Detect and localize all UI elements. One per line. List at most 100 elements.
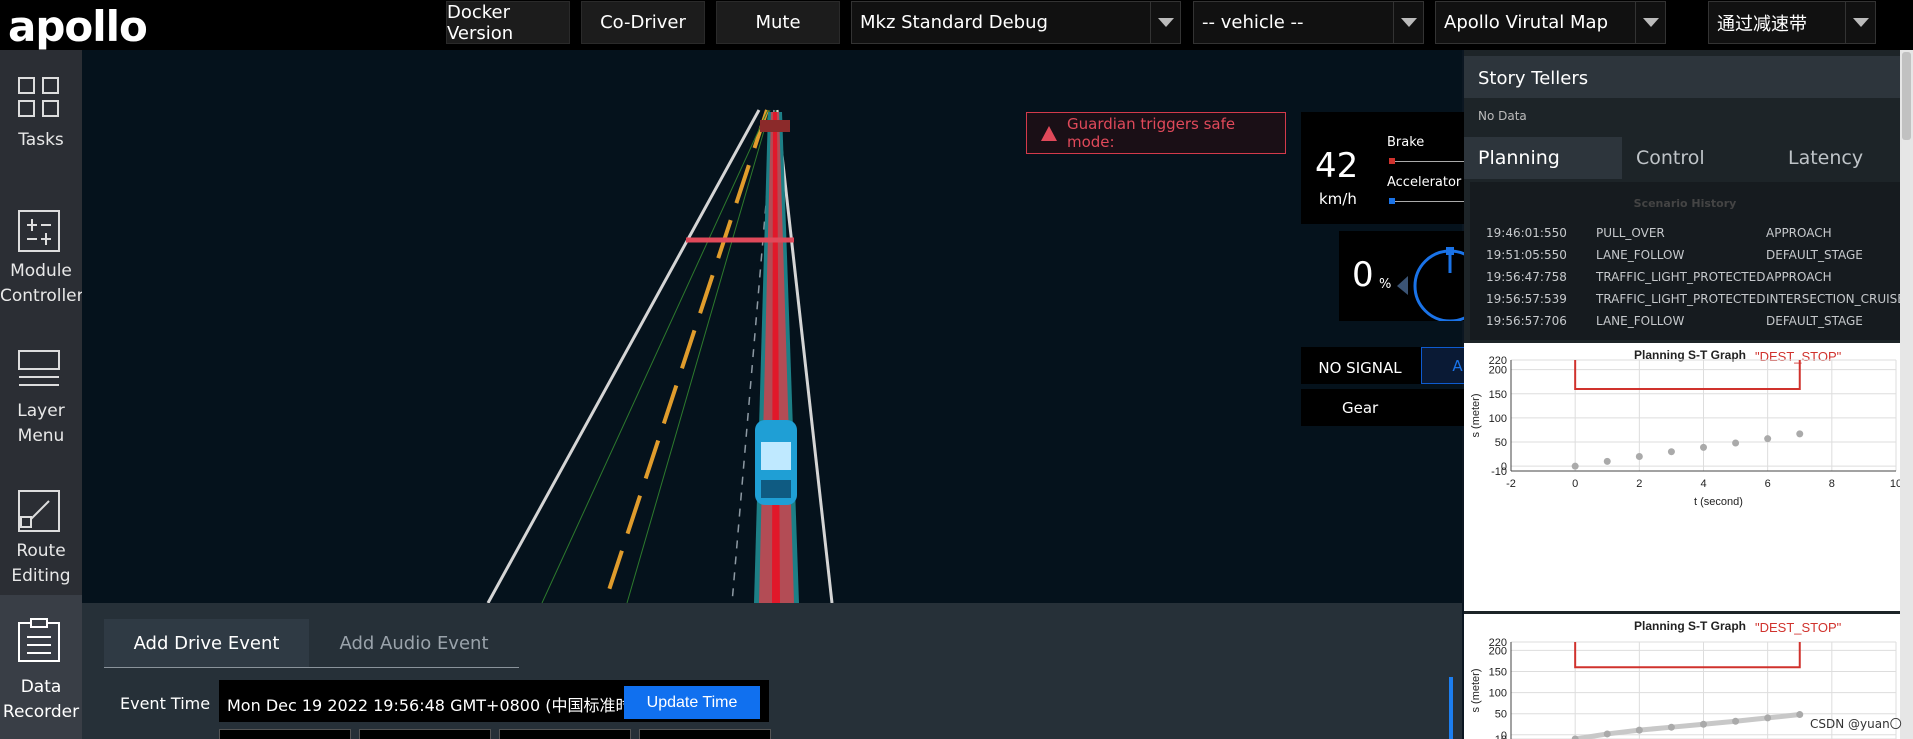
sidebar-item-label: Module Controller bbox=[0, 261, 84, 306]
apollo-dreamview: apollo Docker Version Co-Driver Mute Mkz… bbox=[0, 0, 1913, 739]
scenario-history-table: Scenario History 19:46:01:550 PULL_OVER … bbox=[1470, 182, 1905, 340]
obstacle-region bbox=[1574, 642, 1801, 669]
tasks-icon bbox=[18, 77, 59, 117]
mute-button[interactable]: Mute bbox=[716, 1, 840, 44]
x-tick-label: 2 bbox=[1636, 478, 1642, 490]
data-point bbox=[1603, 457, 1611, 465]
scenario-history-title: Scenario History bbox=[1633, 197, 1737, 210]
story-tellers-title: Story Tellers bbox=[1478, 68, 1589, 89]
row-stage: DEFAULT_STAGE bbox=[1766, 314, 1863, 328]
update-time-button[interactable]: Update Time bbox=[624, 686, 760, 719]
ego-roof bbox=[761, 480, 791, 498]
row-scenario: LANE_FOLLOW bbox=[1596, 248, 1685, 262]
tab-control[interactable]: Control bbox=[1622, 137, 1774, 179]
accelerator-bar-fill bbox=[1389, 198, 1395, 204]
x-tick-label: 8 bbox=[1829, 478, 1835, 490]
left-sidebar: Tasks Module Controller Layer Menu Route… bbox=[0, 50, 84, 739]
tab-latency[interactable]: Latency bbox=[1774, 137, 1900, 179]
y-tick-label: 50 bbox=[1495, 437, 1507, 449]
x-tick-label: 4 bbox=[1700, 478, 1706, 490]
y-tick-label: 0 bbox=[1501, 730, 1507, 739]
scenario-select-value: 通过减速带 bbox=[1717, 13, 1807, 35]
row-time: 19:46:01:550 bbox=[1486, 226, 1567, 240]
watermark: CSDN @yuan〇 bbox=[1810, 717, 1902, 731]
co-driver-button[interactable]: Co-Driver bbox=[581, 1, 705, 44]
steering-value: 0 bbox=[1352, 255, 1374, 295]
guardian-alert-text: Guardian triggers safe mode: bbox=[1067, 115, 1236, 151]
top-header: apollo Docker Version Co-Driver Mute Mkz… bbox=[0, 0, 1913, 51]
apollo-logo: apollo bbox=[8, 2, 148, 51]
x-tick-label: 10 bbox=[1890, 478, 1900, 490]
mode-select[interactable]: Mkz Standard Debug bbox=[851, 1, 1181, 44]
row-scenario: LANE_FOLLOW bbox=[1596, 314, 1685, 328]
st-graph-1-plot: Planning S-T Graph "DEST_STOP"-1005010015… bbox=[1470, 348, 1902, 508]
row-time: 19:56:57:706 bbox=[1486, 314, 1567, 328]
sidebar-item-tasks[interactable]: Tasks bbox=[0, 50, 82, 175]
data-recorder-icon bbox=[18, 618, 60, 662]
layer-menu-icon bbox=[18, 350, 60, 386]
brake-label: Brake bbox=[1387, 135, 1425, 150]
lane-line bbox=[626, 109, 771, 603]
x-tick-label: 0 bbox=[1572, 478, 1578, 490]
obstacle bbox=[760, 120, 790, 132]
sidebar-item-data-recorder[interactable]: Data Recorder bbox=[0, 595, 82, 739]
event-time-label: Event Time bbox=[120, 694, 211, 713]
docker-version-button[interactable]: Docker Version bbox=[446, 1, 570, 44]
y-tick-label: 150 bbox=[1489, 389, 1507, 401]
vehicle-select[interactable]: -- vehicle -- bbox=[1193, 1, 1424, 44]
brake-bar-fill bbox=[1389, 158, 1395, 164]
scrollbar-thumb[interactable] bbox=[1902, 52, 1911, 140]
data-point bbox=[1796, 711, 1804, 719]
graph-annotation: "DEST_STOP" bbox=[1755, 620, 1842, 635]
data-point bbox=[1732, 717, 1740, 725]
event-panel: Add Drive Event Add Audio Event Event Ti… bbox=[82, 603, 1462, 739]
sidebar-item-route-editing[interactable]: Route Editing bbox=[0, 467, 82, 592]
chevron-down-icon bbox=[1150, 2, 1180, 43]
guardian-alert: Guardian triggers safe mode: bbox=[1026, 112, 1286, 154]
y-tick-label: 100 bbox=[1489, 413, 1507, 425]
turn-signal-status: NO SIGNAL bbox=[1318, 358, 1402, 377]
map-select-value: Apollo Virutal Map bbox=[1444, 12, 1609, 33]
speed-unit: km/h bbox=[1319, 190, 1357, 208]
tab-planning[interactable]: Planning bbox=[1464, 137, 1622, 179]
data-point bbox=[1732, 439, 1740, 447]
road-edge-left bbox=[486, 109, 761, 603]
row-stage: DEFAULT_STAGE bbox=[1766, 248, 1863, 262]
right-panel-scrollbar[interactable] bbox=[1900, 50, 1913, 739]
yellow-center-line bbox=[607, 109, 769, 591]
event-panel-scrollbar[interactable] bbox=[1449, 677, 1453, 739]
event-type-option[interactable] bbox=[359, 729, 491, 739]
data-point bbox=[1764, 435, 1772, 443]
row-scenario: TRAFFIC_LIGHT_PROTECTED bbox=[1596, 292, 1766, 306]
sidebar-item-module-controller[interactable]: Module Controller bbox=[0, 187, 84, 312]
scenario-select[interactable]: 通过减速带 bbox=[1708, 1, 1876, 44]
y-tick-label: 220 bbox=[1489, 637, 1507, 649]
row-time: 19:56:57:539 bbox=[1486, 292, 1567, 306]
scene-view[interactable]: Guardian triggers safe mode: 42 km/h Bra… bbox=[82, 50, 1526, 603]
vehicle-select-value: -- vehicle -- bbox=[1202, 12, 1304, 33]
row-time: 19:51:05:550 bbox=[1486, 248, 1567, 262]
sidebar-item-label: Layer Menu bbox=[17, 401, 65, 446]
tab-add-drive-event[interactable]: Add Drive Event bbox=[104, 619, 309, 668]
data-point bbox=[1700, 720, 1707, 728]
y-tick-label: 220 bbox=[1489, 355, 1507, 367]
y-tick-label: 150 bbox=[1489, 667, 1507, 679]
sidebar-item-layer-menu[interactable]: Layer Menu bbox=[0, 327, 82, 452]
event-type-option[interactable] bbox=[219, 729, 351, 739]
steer-left-arrow bbox=[1397, 276, 1408, 295]
speed-value: 42 bbox=[1315, 146, 1359, 186]
data-point bbox=[1796, 430, 1804, 438]
warning-icon bbox=[1041, 125, 1057, 141]
data-point bbox=[1635, 726, 1643, 734]
map-select[interactable]: Apollo Virutal Map bbox=[1435, 1, 1666, 44]
data-point bbox=[1603, 730, 1611, 738]
x-tick-label: -2 bbox=[1506, 478, 1516, 490]
event-type-option[interactable] bbox=[639, 729, 771, 739]
tab-add-audio-event[interactable]: Add Audio Event bbox=[309, 619, 519, 668]
route-editing-icon bbox=[18, 490, 60, 532]
mode-select-value: Mkz Standard Debug bbox=[860, 12, 1048, 33]
row-time: 19:56:47:758 bbox=[1486, 270, 1567, 284]
data-point bbox=[1571, 735, 1579, 739]
data-point bbox=[1571, 462, 1579, 470]
event-type-option[interactable] bbox=[499, 729, 631, 739]
